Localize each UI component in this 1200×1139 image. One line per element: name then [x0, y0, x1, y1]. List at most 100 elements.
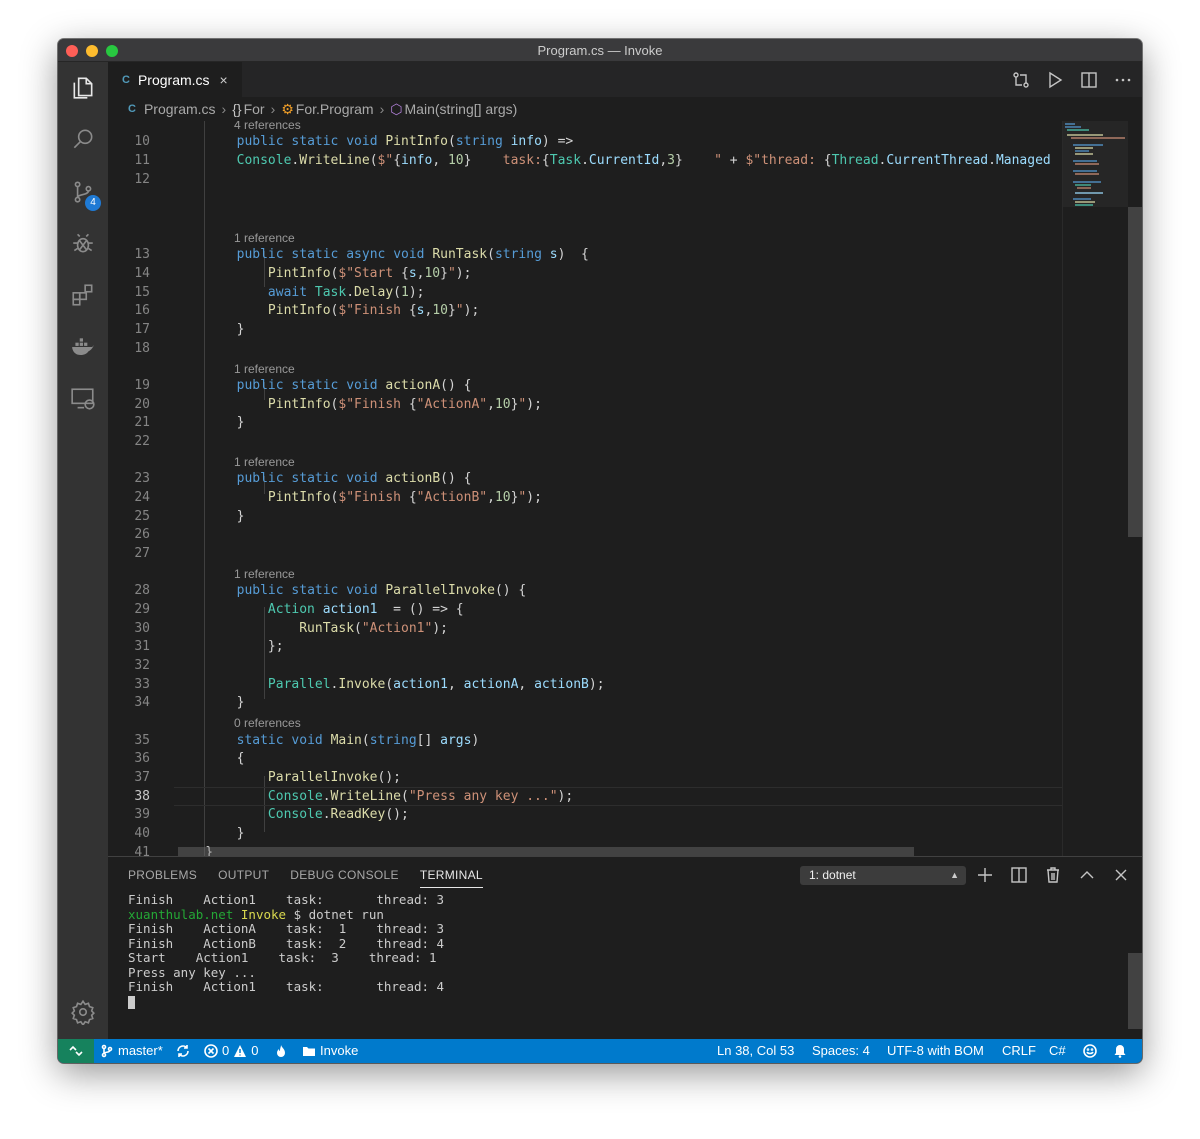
close-panel-icon[interactable] [1112, 866, 1130, 884]
breadcrumb-item-method[interactable]: Main(string[] args) [405, 101, 518, 117]
editor-vertical-scrollbar[interactable] [1128, 121, 1142, 856]
code-line: 22 [108, 432, 1062, 451]
trash-icon[interactable] [1044, 866, 1062, 884]
problems-status[interactable]: 0 0 [204, 1039, 258, 1063]
encoding-status[interactable]: UTF-8 with BOM [887, 1039, 984, 1063]
sync-button[interactable] [176, 1039, 190, 1063]
line-number: 17 [134, 322, 150, 337]
code-text: Console.WriteLine($"{info, 10} task:{Tas… [236, 153, 1051, 168]
remote-icon [69, 1045, 83, 1057]
scrollbar-thumb[interactable] [1128, 207, 1142, 537]
codelens[interactable]: 0 references [234, 715, 301, 731]
folder-status[interactable]: Invoke [302, 1039, 358, 1063]
tab-output[interactable]: OUTPUT [218, 857, 269, 893]
feedback-button[interactable] [1083, 1039, 1097, 1063]
flame-button[interactable] [274, 1039, 288, 1063]
line-number: 13 [134, 247, 150, 262]
codelens[interactable]: 1 reference [234, 454, 295, 470]
code-text: } [174, 826, 245, 841]
tab-terminal[interactable]: TERMINAL [419, 857, 483, 893]
terminal-scrollbar[interactable] [1128, 953, 1142, 1029]
notifications-button[interactable] [1113, 1039, 1127, 1063]
codelens[interactable]: 1 reference [234, 361, 295, 377]
tab-problems[interactable]: PROBLEMS [128, 857, 197, 893]
breadcrumb-item-namespace[interactable]: For [244, 101, 265, 117]
line-number: 16 [134, 303, 150, 318]
code-line: 35 static void Main(string[] args) [108, 731, 1062, 750]
editor-tab-bar: C Program.cs × [108, 62, 1142, 97]
chevron-up-icon[interactable] [1078, 866, 1096, 884]
code-line: 26 [108, 525, 1062, 544]
eol-status[interactable]: CRLF [1002, 1039, 1036, 1063]
remote-indicator[interactable] [58, 1039, 94, 1063]
terminal-select[interactable]: 1: dotnet ▲ [800, 866, 966, 885]
line-number: 22 [134, 434, 150, 449]
branch-status[interactable]: master* [100, 1039, 163, 1063]
scm-badge: 4 [85, 195, 101, 211]
codelens[interactable]: 1 reference [234, 230, 295, 246]
indentation-status[interactable]: Spaces: 4 [812, 1039, 870, 1063]
breadcrumb-item-class[interactable]: For.Program [296, 101, 374, 117]
close-tab-icon[interactable]: × [220, 72, 228, 88]
flame-icon [277, 1045, 285, 1057]
vscode-window: Program.cs — Invoke 4 C Program.cs × C P… [58, 39, 1142, 1063]
chevron-right-icon: › [379, 101, 385, 117]
gear-icon[interactable] [58, 988, 108, 1036]
source-control-icon[interactable]: 4 [58, 168, 108, 216]
split-terminal-icon[interactable] [1010, 866, 1028, 884]
debug-icon[interactable] [58, 219, 108, 267]
code-text: RunTask("Action1"); [299, 621, 448, 636]
bottom-panel: PROBLEMS OUTPUT DEBUG CONSOLE TERMINAL 1… [108, 856, 1142, 1039]
code-line: 38 Console.WriteLine("Press any key ..."… [108, 787, 1062, 806]
code-line: 28 public static void ParallelInvoke() { [108, 581, 1062, 600]
language-mode[interactable]: C# [1049, 1039, 1066, 1063]
line-number: 31 [134, 639, 150, 654]
remote-explorer-icon[interactable] [58, 375, 108, 423]
extensions-icon[interactable] [58, 271, 108, 319]
line-number: 12 [134, 172, 150, 187]
cursor-position[interactable]: Ln 38, Col 53 [717, 1039, 794, 1063]
code-text: public static void PintInfo(string info)… [236, 134, 574, 149]
code-line: 33 Parallel.Invoke(action1, actionA, act… [108, 675, 1062, 694]
code-editor[interactable]: 4 references 1 reference 1 reference 1 r… [108, 121, 1062, 856]
line-number: 39 [134, 807, 150, 822]
open-changes-icon[interactable] [1012, 71, 1030, 89]
terminal-line: Finish Action1 task: thread: 3 [128, 892, 445, 907]
tab-debug-console[interactable]: DEBUG CONSOLE [290, 857, 399, 893]
code-text: { [174, 751, 245, 766]
tab-program-cs[interactable]: C Program.cs × [108, 62, 242, 97]
window-title: Program.cs — Invoke [537, 43, 663, 58]
run-icon[interactable] [1046, 71, 1064, 89]
code-text: } [174, 509, 245, 524]
code-text: } [174, 415, 245, 430]
split-editor-icon[interactable] [1080, 71, 1098, 89]
terminal-output[interactable]: Finish Action1 task: thread: 3 xuanthula… [128, 892, 1128, 1009]
code-line: 21 } [108, 413, 1062, 432]
code-line: 20 PintInfo($"Finish {"ActionA",10}"); [108, 395, 1062, 414]
codelens[interactable]: 1 reference [234, 566, 295, 582]
code-line: 40 } [108, 824, 1062, 843]
prompt-host: xuanthulab.net [128, 906, 234, 922]
line-number: 15 [134, 285, 150, 300]
docker-icon[interactable] [58, 323, 108, 371]
line-number: 19 [134, 378, 150, 393]
prompt-dir: Invoke [240, 906, 287, 922]
breadcrumb-item-file[interactable]: Program.cs [144, 101, 216, 117]
search-icon[interactable] [58, 115, 108, 163]
code-line: 13 public static async void RunTask(stri… [108, 245, 1062, 264]
more-actions-icon[interactable] [1114, 71, 1132, 89]
explorer-icon[interactable] [58, 64, 108, 112]
new-terminal-icon[interactable] [976, 866, 994, 884]
code-line: 32 [108, 656, 1062, 675]
code-text: Action action1 = () => { [267, 602, 464, 617]
breadcrumb: C Program.cs › {} For › ⚙ For.Program › … [108, 97, 1142, 121]
code-text: PintInfo($"Start {s,10}"); [267, 266, 472, 281]
editor-horizontal-scrollbar[interactable] [178, 847, 914, 856]
line-number: 14 [134, 266, 150, 281]
code-line: 24 PintInfo($"Finish {"ActionB",10}"); [108, 488, 1062, 507]
minimap[interactable] [1062, 121, 1129, 856]
code-text: public static void ParallelInvoke() { [236, 583, 527, 598]
code-text: PintInfo($"Finish {"ActionB",10}"); [267, 490, 542, 505]
code-text: static void Main(string[] args) [236, 733, 480, 748]
method-icon: ⬡ [390, 100, 403, 117]
